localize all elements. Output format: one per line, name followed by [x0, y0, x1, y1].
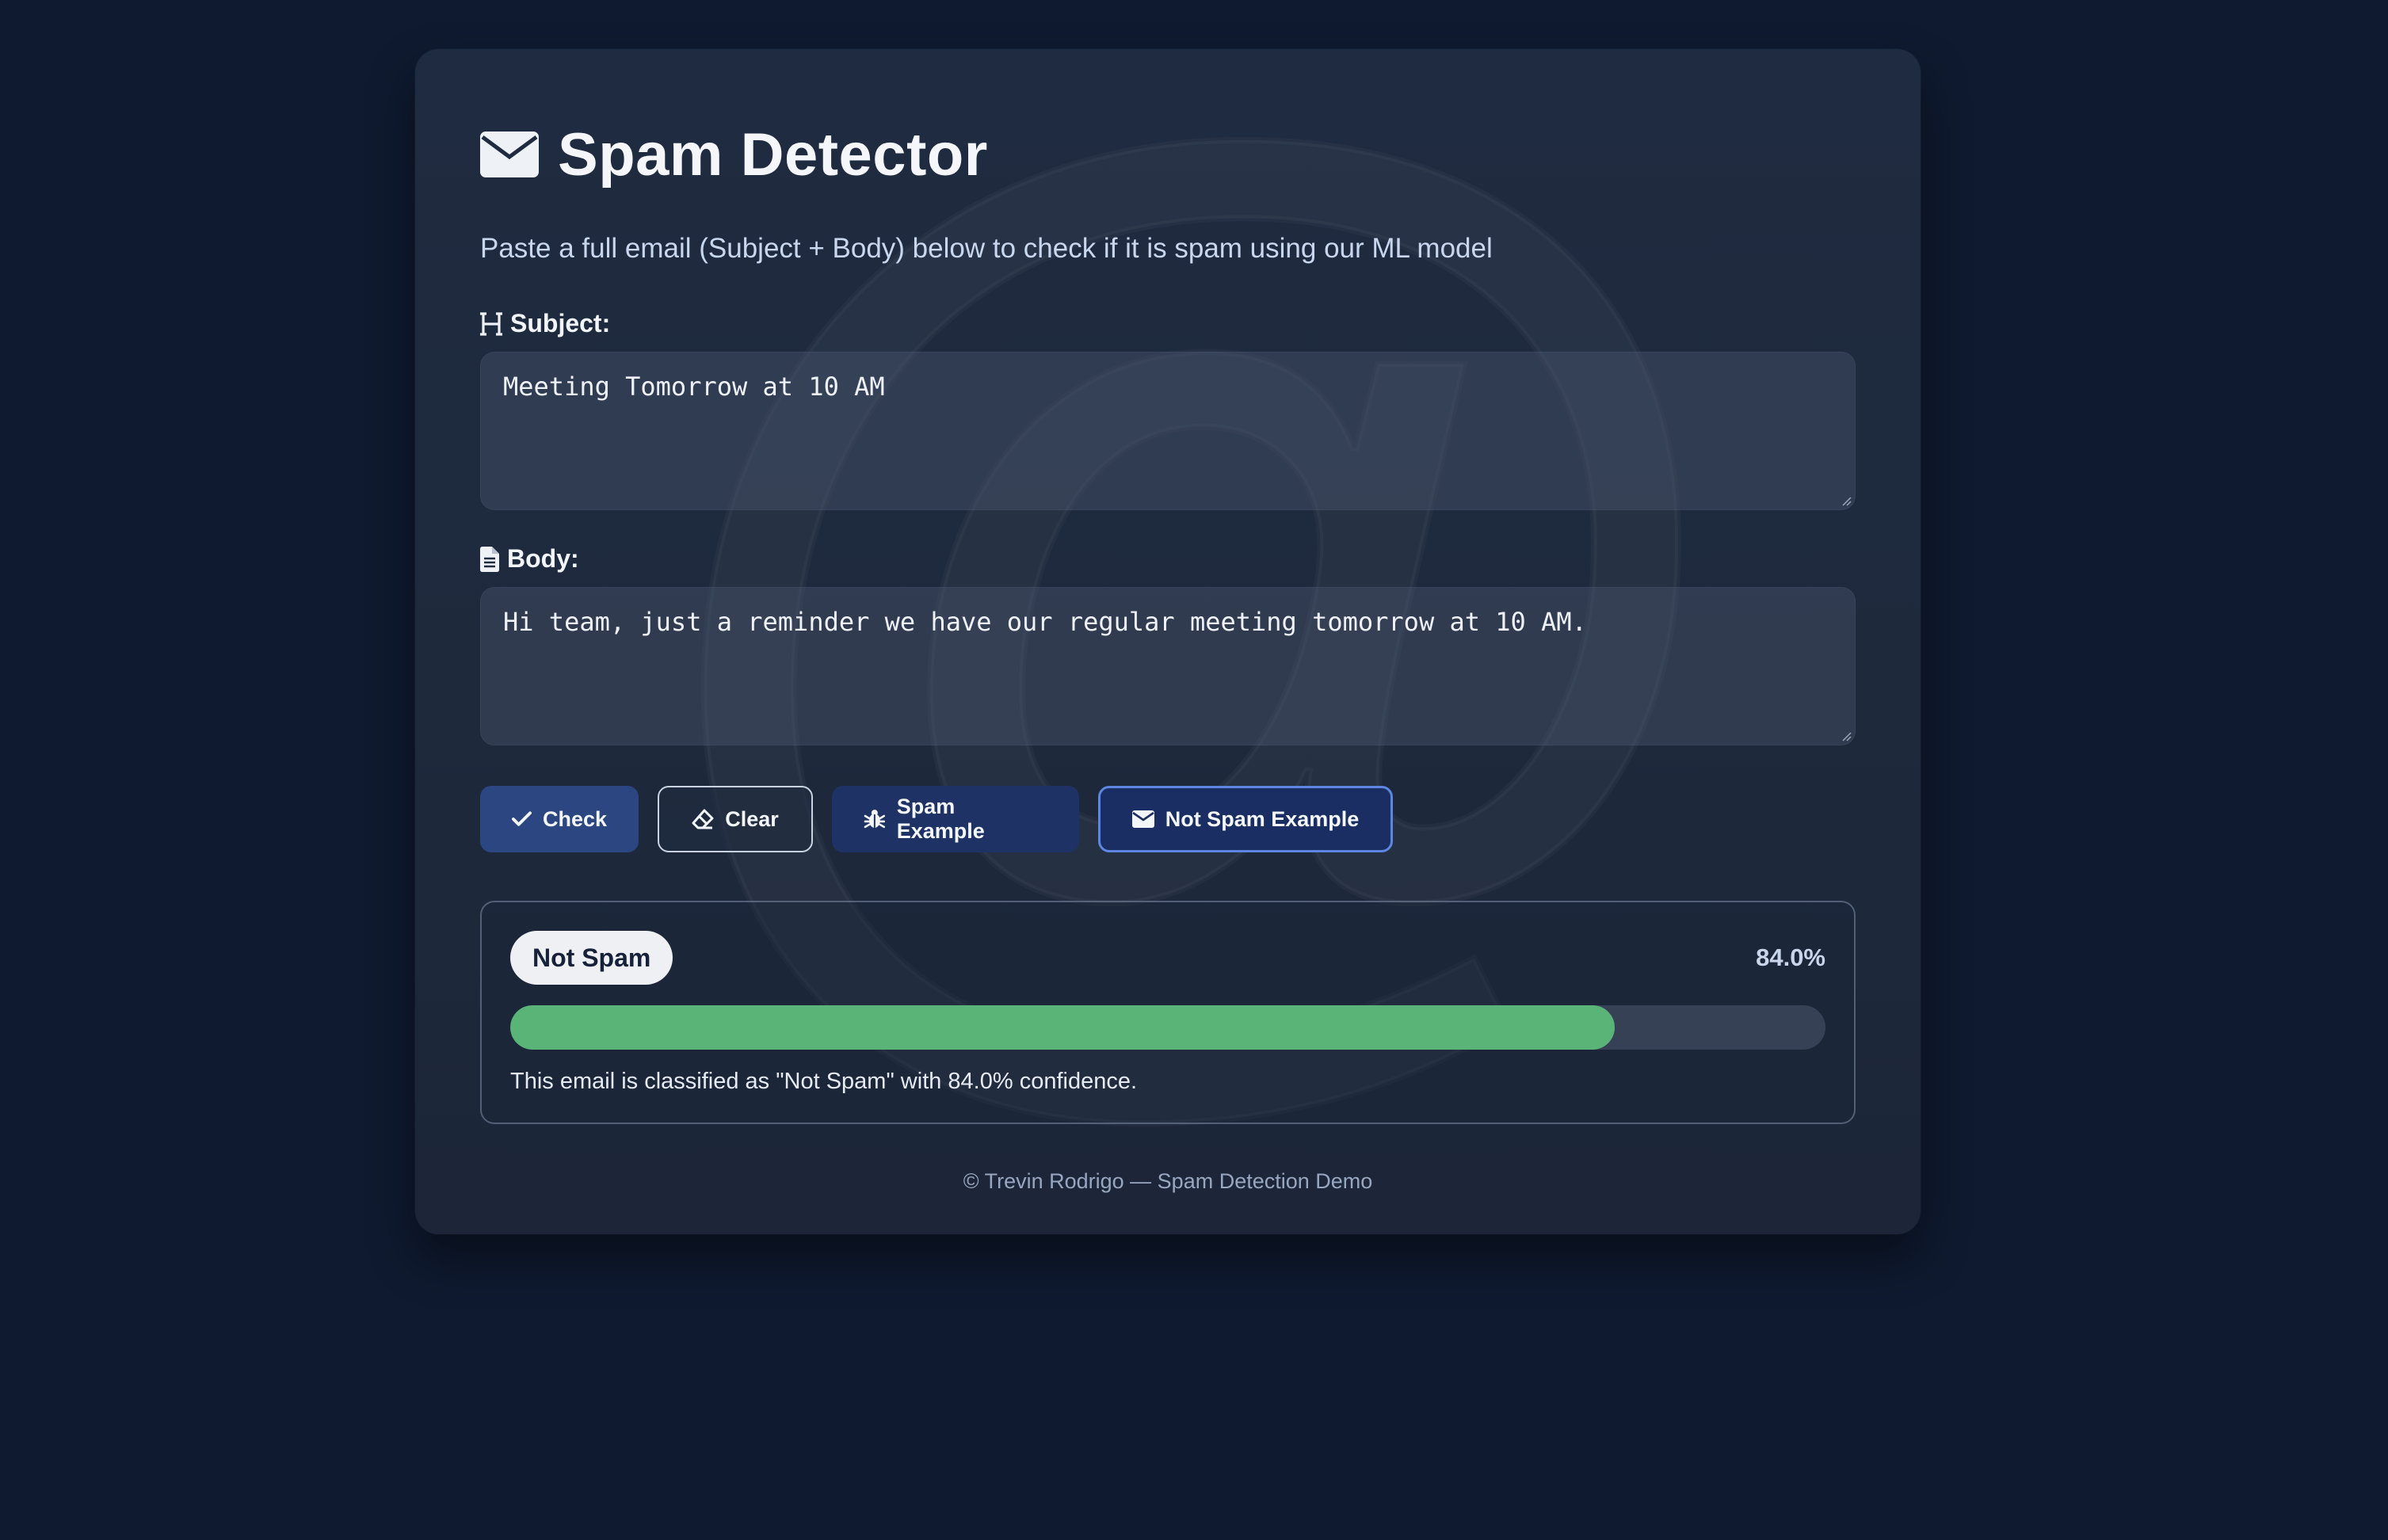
check-button-label: Check	[542, 806, 607, 831]
envelope-icon	[480, 132, 539, 177]
footer-text: © Trevin Rodrigo — Spam Detection Demo	[963, 1169, 1373, 1193]
not-spam-example-button[interactable]: Not Spam Example	[1098, 786, 1393, 852]
clear-button[interactable]: Clear	[658, 786, 813, 852]
subject-input-value: Meeting Tomorrow at 10 AM	[503, 372, 885, 402]
eraser-icon	[692, 809, 714, 829]
confidence-percent: 84.0%	[1756, 943, 1825, 971]
heading-icon	[480, 311, 502, 337]
spam-example-button-label: Spam Example	[896, 795, 985, 843]
page-subtitle: Paste a full email (Subject + Body) belo…	[480, 233, 1493, 264]
resize-grip-icon[interactable]	[1841, 495, 1852, 506]
body-input-value: Hi team, just a reminder we have our reg…	[503, 607, 1587, 637]
body-input[interactable]: Hi team, just a reminder we have our reg…	[480, 587, 1856, 745]
confidence-bar-fill	[510, 1005, 1616, 1050]
resize-grip-icon[interactable]	[1841, 730, 1852, 741]
main-card: @ Spam Detector Paste a full email (Subj…	[415, 49, 1921, 1234]
not-spam-example-button-label: Not Spam Example	[1165, 806, 1360, 831]
result-message: This email is classified as "Not Spam" w…	[510, 1069, 1138, 1094]
checkmark-icon	[512, 811, 532, 826]
envelope-icon	[1131, 810, 1154, 828]
confidence-bar	[510, 1005, 1825, 1050]
spam-example-button[interactable]: Spam Example	[832, 786, 1079, 852]
page-title: Spam Detector	[558, 120, 988, 189]
subject-label-text: Subject:	[510, 309, 611, 337]
result-panel: Not Spam 84.0% This email is classified …	[480, 901, 1856, 1124]
classification-badge: Not Spam	[510, 931, 673, 985]
subject-label: Subject:	[480, 309, 610, 338]
check-button[interactable]: Check	[480, 786, 639, 852]
bug-icon	[864, 810, 886, 829]
clear-button-label: Clear	[725, 806, 779, 831]
subject-input[interactable]: Meeting Tomorrow at 10 AM	[480, 352, 1856, 510]
file-text-icon	[480, 546, 499, 572]
body-label: Body:	[480, 544, 579, 574]
action-buttons: Check Clear Spam Example Not Spam Exampl…	[480, 786, 1393, 852]
page-header: Spam Detector	[480, 111, 988, 198]
body-label-text: Body:	[507, 544, 579, 573]
